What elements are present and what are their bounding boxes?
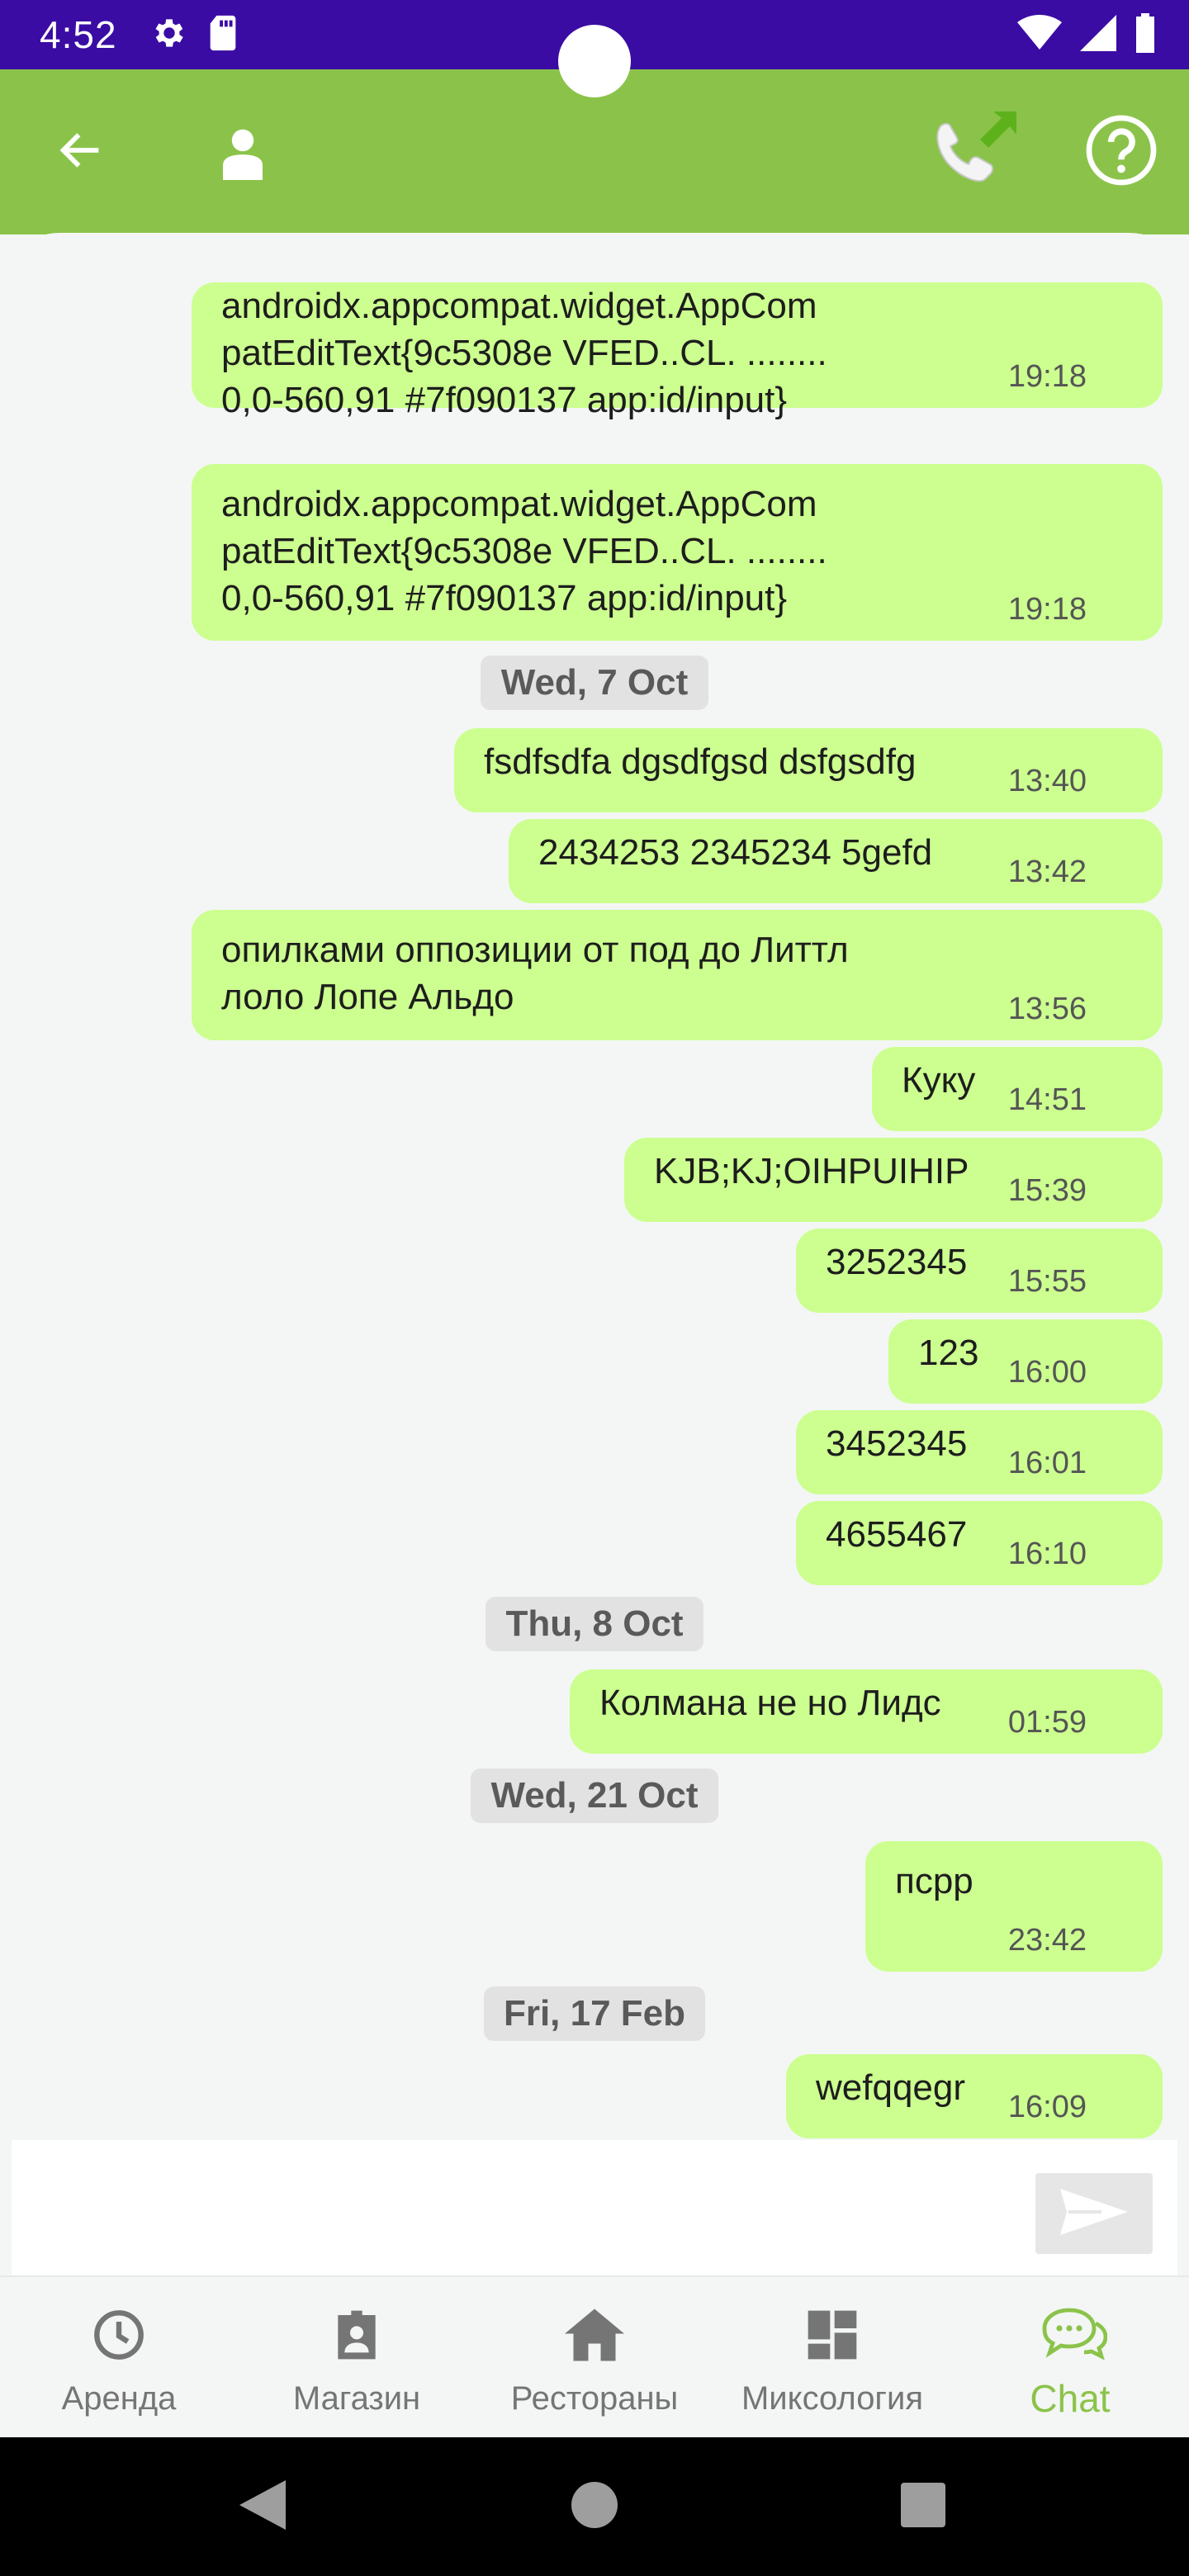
home-icon bbox=[565, 2308, 624, 2365]
message-bubble[interactable]: опилками оппозиции от под до Литтл лоло … bbox=[192, 910, 1163, 1040]
message-text: fsdfsdfa dgsdfgsd dsfgsdfg bbox=[484, 741, 917, 782]
nav-item-miksologiya[interactable]: Миксология bbox=[713, 2277, 951, 2439]
message-bubble[interactable]: 123 16:00 bbox=[888, 1319, 1163, 1404]
home-circle-icon bbox=[571, 2481, 618, 2532]
sd-card-icon bbox=[206, 14, 239, 56]
message-bubble[interactable]: fsdfsdfa dgsdfgsd dsfgsdfg 13:40 bbox=[454, 728, 1163, 812]
message-bubble[interactable]: Колмана не но Лидс 01:59 bbox=[570, 1669, 1163, 1754]
message-text: Колмана не но Лидс bbox=[599, 1683, 941, 1723]
message-time: 13:42 bbox=[1007, 855, 1087, 889]
nav-label: Chat bbox=[1030, 2377, 1111, 2420]
system-recents-button[interactable] bbox=[892, 2475, 955, 2538]
message-bubble[interactable]: 4655467 16:10 bbox=[796, 1501, 1163, 1585]
message-time: 15:39 bbox=[1007, 1173, 1087, 1208]
message-composer bbox=[12, 2140, 1177, 2275]
nav-item-chat[interactable]: Chat bbox=[951, 2277, 1189, 2439]
recents-square-icon bbox=[901, 2482, 945, 2531]
phone-forward-icon bbox=[931, 107, 1018, 193]
back-button[interactable] bbox=[46, 117, 116, 187]
system-back-button[interactable] bbox=[231, 2475, 294, 2538]
send-button[interactable] bbox=[1035, 2173, 1153, 2254]
message-text: 4655467 bbox=[826, 1514, 968, 1555]
message-bubble[interactable]: KJB;KJ;OIHPUIHIP 15:39 bbox=[624, 1138, 1163, 1222]
message-bubble[interactable]: wefqqegr 16:09 bbox=[786, 2054, 1163, 2138]
date-separator: Wed, 7 Oct bbox=[481, 656, 708, 710]
message-time: 16:09 bbox=[1007, 2090, 1087, 2124]
message-bubble[interactable]: androidx.appcompat.widget.AppCom patEdit… bbox=[192, 282, 1163, 420]
date-separator: Fri, 17 Feb bbox=[484, 1986, 705, 2041]
nav-item-magazin[interactable]: Магазин bbox=[238, 2277, 476, 2439]
status-time: 4:52 bbox=[40, 13, 117, 56]
message-bubble[interactable]: 3252345 15:55 bbox=[796, 1229, 1163, 1313]
send-icon bbox=[1057, 2185, 1131, 2242]
nav-label: Аренда bbox=[61, 2380, 177, 2417]
arrow-left-icon bbox=[54, 124, 107, 181]
back-triangle-icon bbox=[239, 2479, 286, 2534]
message-time: 13:56 bbox=[1007, 992, 1087, 1026]
gear-icon bbox=[150, 14, 188, 56]
message-text: опилками оппозиции от под до Литтл лоло … bbox=[221, 930, 849, 1017]
message-bubble[interactable]: 3452345 16:01 bbox=[796, 1410, 1163, 1494]
call-forward-button[interactable] bbox=[925, 104, 1024, 195]
chat-bubbles-icon bbox=[1033, 2304, 1108, 2370]
bottom-navigation: Аренда Магазин Рестораны Миксология Chat bbox=[0, 2275, 1189, 2439]
message-list[interactable]: androidx.appcompat.widget.AppCom patEdit… bbox=[0, 233, 1189, 2140]
status-left-icons bbox=[150, 12, 239, 58]
clock-icon bbox=[92, 2308, 145, 2365]
message-bubble[interactable]: androidx.appcompat.widget.AppCom patEdit… bbox=[192, 464, 1163, 641]
message-text: 123 bbox=[918, 1333, 979, 1373]
message-text: KJB;KJ;OIHPUIHIP bbox=[654, 1151, 969, 1191]
date-separator: Wed, 21 Oct bbox=[471, 1769, 718, 1823]
message-bubble[interactable]: 2434253 2345234 5gefd 13:42 bbox=[509, 819, 1163, 903]
message-time: 15:55 bbox=[1007, 1264, 1087, 1299]
message-time: 16:00 bbox=[1007, 1355, 1087, 1390]
message-text: androidx.appcompat.widget.AppCom patEdit… bbox=[221, 286, 827, 420]
nav-item-restorany[interactable]: Рестораны bbox=[476, 2277, 713, 2439]
nav-label: Магазин bbox=[292, 2380, 421, 2417]
wifi-icon bbox=[1017, 14, 1062, 55]
dashboard-icon bbox=[806, 2308, 859, 2365]
message-text: androidx.appcompat.widget.AppCom patEdit… bbox=[221, 484, 827, 618]
message-text: Куку bbox=[902, 1060, 976, 1101]
message-time: 19:18 bbox=[1007, 359, 1087, 394]
camera-cutout bbox=[558, 25, 631, 97]
app-root: 4:52 androidx.appcompat.widget.AppCom pa… bbox=[0, 0, 1189, 2576]
message-input[interactable] bbox=[12, 2140, 1002, 2275]
battery-icon bbox=[1135, 12, 1156, 57]
message-text: wefqqegr bbox=[816, 2067, 966, 2108]
message-text: 3452345 bbox=[826, 1423, 968, 1464]
message-time: 01:59 bbox=[1007, 1705, 1087, 1740]
message-text: 3252345 bbox=[826, 1242, 968, 1282]
chat-area[interactable]: androidx.appcompat.widget.AppCom patEdit… bbox=[0, 233, 1189, 2140]
system-home-button[interactable] bbox=[563, 2475, 626, 2538]
signal-icon bbox=[1080, 14, 1116, 55]
message-time: 13:40 bbox=[1007, 764, 1087, 798]
message-text: 2434253 2345234 5gefd bbox=[538, 832, 933, 873]
message-bubble[interactable]: пcpp 23:42 bbox=[865, 1841, 1163, 1972]
nav-label: Рестораны bbox=[510, 2380, 679, 2417]
message-time: 14:51 bbox=[1007, 1082, 1087, 1117]
message-bubble[interactable]: Куку 14:51 bbox=[872, 1047, 1163, 1131]
nav-item-arenda[interactable]: Аренда bbox=[0, 2277, 238, 2439]
message-time: 16:01 bbox=[1007, 1446, 1087, 1480]
user-icon bbox=[220, 127, 266, 184]
message-time: 23:42 bbox=[1007, 1923, 1087, 1958]
system-navigation-bar bbox=[0, 2437, 1189, 2576]
badge-icon bbox=[334, 2308, 380, 2365]
question-circle-icon bbox=[1084, 113, 1158, 192]
help-button[interactable] bbox=[1082, 112, 1161, 192]
message-text: пcpp bbox=[895, 1861, 973, 1901]
status-right-icons bbox=[1017, 12, 1156, 58]
contact-avatar-button[interactable] bbox=[210, 122, 276, 188]
date-separator: Thu, 8 Oct bbox=[486, 1597, 703, 1651]
message-time: 19:18 bbox=[1007, 592, 1087, 627]
message-time: 16:10 bbox=[1007, 1537, 1087, 1571]
nav-label: Миксология bbox=[741, 2380, 924, 2417]
